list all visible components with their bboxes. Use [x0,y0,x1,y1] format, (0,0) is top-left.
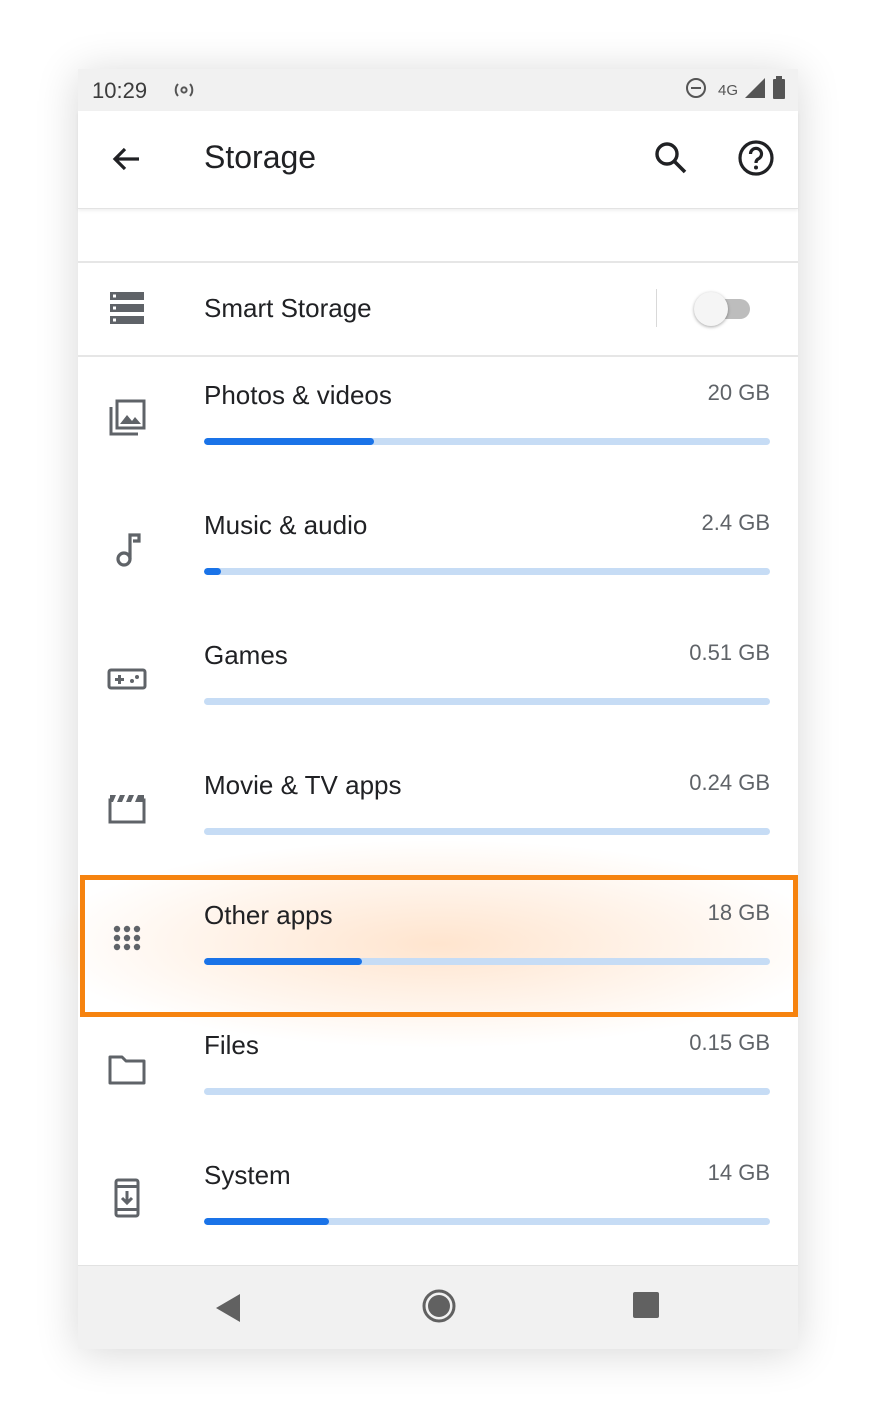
status-icons: 4G [684,75,786,105]
smart-storage-row[interactable]: Smart Storage [78,263,798,355]
status-time: 10:29 [92,78,148,103]
usage-bar-fill [204,438,374,445]
usage-bar-fill [204,1218,329,1225]
category-label: Music & audio [204,510,368,540]
divider [656,289,657,327]
category-row-photos-videos[interactable]: Photos & videos 20 GB [78,365,798,495]
page-title: Storage [204,139,317,175]
category-label: Games [204,640,288,670]
help-icon [738,140,774,176]
usage-bar [204,438,770,445]
system-update-icon [107,1178,147,1218]
status-bar: 10:29 4G [78,69,798,111]
usage-bar [204,958,770,965]
hotspot-icon [172,80,196,105]
category-label: Movie & TV apps [204,770,402,800]
phone-screen: 10:29 4G Storage Smart Storage Photos & … [38,69,838,1349]
usage-bar-fill [204,568,221,575]
category-size: 20 GB [707,380,770,405]
category-row-music-audio[interactable]: Music & audio 2.4 GB [78,495,798,625]
category-size: 14 GB [707,1160,770,1185]
nav-recents-icon[interactable] [632,1291,660,1324]
do-not-disturb-icon [684,76,708,105]
help-button[interactable] [734,136,778,180]
nav-home-icon[interactable] [421,1288,457,1329]
navigation-bar [78,1265,798,1349]
usage-bar [204,698,770,705]
music-note-icon [107,529,147,569]
category-label: Other apps [204,900,333,930]
divider [78,355,798,357]
gamepad-icon [107,659,147,699]
category-row-files[interactable]: Files 0.15 GB [78,1015,798,1145]
category-label: Photos & videos [204,380,392,410]
search-button[interactable] [652,139,690,177]
smart-storage-toggle[interactable] [694,292,752,326]
category-row-movie-tv-apps[interactable]: Movie & TV apps 0.24 GB [78,755,798,885]
category-row-games[interactable]: Games 0.51 GB [78,625,798,755]
smart-storage-label: Smart Storage [204,293,372,323]
folder-icon [107,1049,147,1089]
category-label: System [204,1160,291,1190]
apps-grid-icon [107,923,147,963]
network-type: 4G [717,81,738,99]
usage-bar [204,828,770,835]
battery-icon [772,75,786,105]
storage-icon [110,292,144,329]
app-bar: Storage [78,111,798,209]
arrow-back-icon [112,147,139,171]
category-label: Files [204,1030,259,1060]
category-row-system[interactable]: System 14 GB [78,1145,798,1275]
usage-bar [204,568,770,575]
nav-back-icon[interactable] [212,1290,246,1331]
category-size: 0.51 GB [689,640,770,665]
photo-library-icon [107,398,147,438]
signal-icon [744,77,766,104]
movie-icon [107,789,147,829]
toggle-thumb [694,292,728,326]
search-icon [655,142,687,174]
back-button[interactable] [108,141,144,177]
category-size: 2.4 GB [701,510,770,535]
usage-bar [204,1218,770,1225]
usage-bar-fill [204,958,363,965]
category-size: 0.15 GB [689,1030,770,1055]
category-row-other-apps[interactable]: Other apps 18 GB [78,885,798,1015]
usage-bar [204,1088,770,1095]
category-size: 0.24 GB [689,770,770,795]
category-size: 18 GB [707,900,770,925]
